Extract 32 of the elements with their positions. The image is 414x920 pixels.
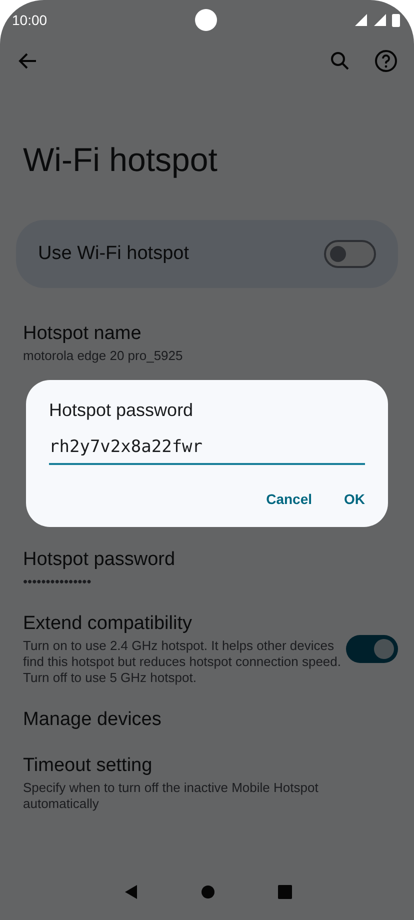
setting-row[interactable]: Manage devices bbox=[0, 708, 414, 732]
recents-square-icon[interactable] bbox=[278, 885, 292, 899]
setting-row[interactable]: Hotspot password ••••••••••••••• bbox=[0, 548, 414, 590]
setting-title: Manage devices bbox=[23, 708, 162, 732]
setting-title: Extend compatibility bbox=[23, 612, 193, 636]
setting-summary: motorola edge 20 pro_5925 bbox=[23, 348, 184, 364]
status-time: 10:00 bbox=[12, 12, 48, 28]
setting-summary: Specify when to turn off the inactive Mobile Hotspot automatically bbox=[23, 780, 320, 812]
setting-row[interactable]: Hotspot name motorola edge 20 pro_5925 bbox=[0, 322, 414, 364]
setting-row[interactable]: Timeout setting Specify when to turn off the inactive Mobile Hotspot automatically bbox=[0, 754, 414, 812]
camera-hole-icon bbox=[195, 9, 217, 31]
toggle-switch[interactable] bbox=[324, 240, 376, 268]
switch-label: Use Wi-Fi hotspot bbox=[38, 243, 190, 265]
dialog-button[interactable]: OK bbox=[332, 483, 377, 515]
toggle-switch[interactable] bbox=[346, 635, 398, 663]
main-switch-card[interactable]: Use Wi-Fi hotspot bbox=[16, 220, 398, 288]
signal-icon bbox=[354, 13, 368, 27]
help-icon[interactable] bbox=[374, 49, 398, 73]
signal-icon bbox=[373, 13, 387, 27]
battery-icon bbox=[392, 13, 400, 27]
setting-title: Timeout setting bbox=[23, 754, 154, 778]
dialog-button[interactable]: Cancel bbox=[254, 483, 324, 515]
dialog-title: Hotspot password bbox=[49, 400, 194, 421]
setting-title: Hotspot name bbox=[23, 322, 142, 346]
setting-summary: Turn on to use 2.4 GHz hotspot. It helps other devices find this hotspot but reduces hotspot connection speed. Turn off to use 5 GHz hotspot. bbox=[23, 638, 342, 686]
setting-row[interactable]: Extend compatibility Turn on to use 2.4 GHz hotspot. It helps other devices find this hotspot but reduces hotspot connection speed. Turn off to use 5 GHz hotspot. bbox=[0, 612, 414, 686]
setting-title: Hotspot password bbox=[23, 548, 176, 572]
password-input-field[interactable]: rh2y7v2x8a22fwr bbox=[49, 433, 365, 465]
back-triangle-icon[interactable] bbox=[122, 884, 138, 900]
home-circle-icon[interactable] bbox=[201, 885, 215, 899]
setting-summary: ••••••••••••••• bbox=[23, 574, 92, 590]
page-title: Wi-Fi hotspot bbox=[23, 140, 218, 180]
